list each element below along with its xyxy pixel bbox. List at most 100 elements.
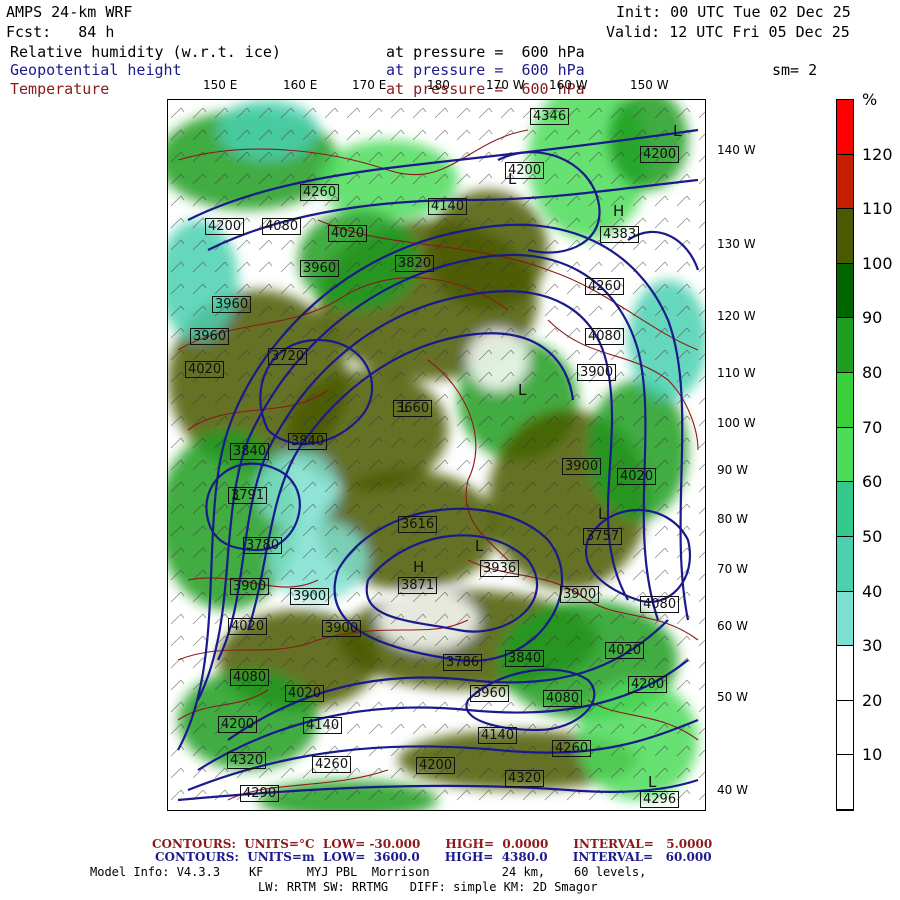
colorbar-tick-label: 40 bbox=[862, 581, 883, 601]
height-value-label: 3960 bbox=[300, 260, 340, 277]
height-value-label: 4200 bbox=[218, 716, 258, 733]
smoothing-label: sm= 2 bbox=[772, 61, 818, 79]
height-value-label: 4200 bbox=[416, 757, 456, 774]
height-value-label: 3840 bbox=[505, 650, 545, 667]
height-value-label: 3840 bbox=[230, 443, 270, 460]
lat-label: 140 W bbox=[717, 143, 756, 157]
low-center-marker: L bbox=[400, 398, 409, 416]
height-value-label: 3960 bbox=[470, 685, 510, 702]
colorbar-segment bbox=[837, 700, 853, 756]
height-value-label: 3900 bbox=[290, 588, 330, 605]
height-value-label: 3757 bbox=[583, 528, 623, 545]
height-value-label: 3720 bbox=[268, 348, 308, 365]
lat-label: 110 W bbox=[717, 366, 756, 380]
lon-label: 150 E bbox=[203, 78, 238, 92]
height-value-label: 4020 bbox=[185, 361, 225, 378]
colorbar-segment bbox=[837, 263, 853, 319]
height-value-label: 3780 bbox=[243, 537, 283, 554]
colorbar-segment bbox=[837, 209, 853, 264]
height-value-label: 4346 bbox=[530, 108, 570, 125]
lon-label: 170 W bbox=[486, 78, 525, 92]
low-center-marker: L bbox=[598, 505, 607, 523]
colorbar-tick-label: 100 bbox=[862, 253, 893, 273]
height-value-label: 3960 bbox=[190, 328, 230, 345]
height-value-label: 4140 bbox=[478, 727, 518, 744]
colorbar-tick-label: 60 bbox=[862, 472, 883, 492]
model-info: Model Info: V4.3.3 KF MYJ PBL Morrison 2… bbox=[90, 865, 647, 879]
colorbar-tick-label: 110 bbox=[862, 199, 893, 219]
forecast-hour: Fcst: 84 h bbox=[6, 23, 115, 41]
height-value-label: 4080 bbox=[640, 596, 680, 613]
height-value-label: 4296 bbox=[640, 791, 680, 808]
high-center-marker: H bbox=[413, 558, 425, 576]
low-center-marker: L bbox=[232, 486, 241, 504]
height-value-label: 4080 bbox=[230, 669, 270, 686]
height-value-label: 3960 bbox=[212, 296, 252, 313]
low-center-marker: L bbox=[518, 381, 527, 399]
colorbar-segment bbox=[837, 100, 853, 155]
height-value-label: 4290 bbox=[240, 785, 280, 802]
height-value-label: 4020 bbox=[228, 618, 268, 635]
lat-label: 80 W bbox=[717, 512, 748, 526]
high-center-marker: H bbox=[613, 202, 625, 220]
colorbar-tick-label: 50 bbox=[862, 526, 883, 546]
low-center-marker: L bbox=[648, 773, 657, 791]
height-value-label: 4080 bbox=[585, 328, 625, 345]
lat-label: 40 W bbox=[717, 783, 748, 797]
height-value-label: 4320 bbox=[227, 752, 267, 769]
height-value-label: 4383 bbox=[600, 226, 640, 243]
field-rh-label: Relative humidity (w.r.t. ice) bbox=[10, 43, 281, 61]
colorbar-tick-label: 30 bbox=[862, 636, 883, 656]
height-value-label: 4020 bbox=[617, 468, 657, 485]
height-value-label: 4320 bbox=[505, 770, 545, 787]
height-value-label: 4020 bbox=[328, 225, 368, 242]
colorbar bbox=[836, 99, 854, 811]
low-center-marker: L bbox=[508, 170, 517, 188]
height-value-label: 4260 bbox=[552, 740, 592, 757]
height-value-label: 4080 bbox=[543, 690, 583, 707]
field-height-label: Geopotential height bbox=[10, 61, 182, 79]
lat-label: 130 W bbox=[717, 237, 756, 251]
height-value-label: 4260 bbox=[300, 184, 340, 201]
lon-label: 170 E bbox=[352, 78, 387, 92]
height-value-label: 3786 bbox=[443, 654, 483, 671]
lat-label: 60 W bbox=[717, 619, 748, 633]
valid-time: Valid: 12 UTC Fri 05 Dec 25 bbox=[606, 23, 850, 41]
init-time: Init: 00 UTC Tue 02 Dec 25 bbox=[616, 3, 851, 21]
lat-label: 50 W bbox=[717, 690, 748, 704]
height-value-label: 3900 bbox=[560, 586, 600, 603]
height-value-label: 3900 bbox=[322, 620, 362, 637]
height-value-label: 3820 bbox=[395, 255, 435, 272]
lat-label: 120 W bbox=[717, 309, 756, 323]
colorbar-segment bbox=[837, 536, 853, 592]
lon-label: 150 W bbox=[630, 78, 669, 92]
lon-label: 160 E bbox=[283, 78, 318, 92]
height-value-label: 4200 bbox=[205, 218, 245, 235]
colorbar-segment bbox=[837, 591, 853, 647]
height-value-label: 3616 bbox=[398, 516, 438, 533]
height-value-label: 3900 bbox=[562, 458, 602, 475]
colorbar-tick-label: 10 bbox=[862, 745, 883, 765]
colorbar-tick-label: 70 bbox=[862, 417, 883, 437]
colorbar-segment bbox=[837, 318, 853, 374]
height-value-label: 4260 bbox=[312, 756, 352, 773]
colorbar-segment bbox=[837, 373, 853, 428]
height-contour-info: CONTOURS: UNITS=m LOW= 3600.0 HIGH= 4380… bbox=[155, 850, 712, 864]
colorbar-tick-label: 20 bbox=[862, 690, 883, 710]
low-center-marker: L bbox=[475, 537, 484, 555]
colorbar-tick-label: 120 bbox=[862, 144, 893, 164]
height-value-label: 4020 bbox=[605, 642, 645, 659]
height-value-label: 3936 bbox=[480, 560, 520, 577]
lon-label: 180 bbox=[427, 78, 450, 92]
height-value-label: 3871 bbox=[398, 577, 438, 594]
colorbar-tick-label: 90 bbox=[862, 308, 883, 328]
height-value-label: 4140 bbox=[303, 717, 343, 734]
lat-label: 70 W bbox=[717, 562, 748, 576]
lat-label: 100 W bbox=[717, 416, 756, 430]
colorbar-segment bbox=[837, 482, 853, 537]
height-value-label: 4200 bbox=[628, 676, 668, 693]
lon-label: 160 W bbox=[549, 78, 588, 92]
height-value-label: 4140 bbox=[428, 198, 468, 215]
colorbar-segment bbox=[837, 755, 853, 810]
model-title: AMPS 24-km WRF bbox=[6, 3, 133, 21]
